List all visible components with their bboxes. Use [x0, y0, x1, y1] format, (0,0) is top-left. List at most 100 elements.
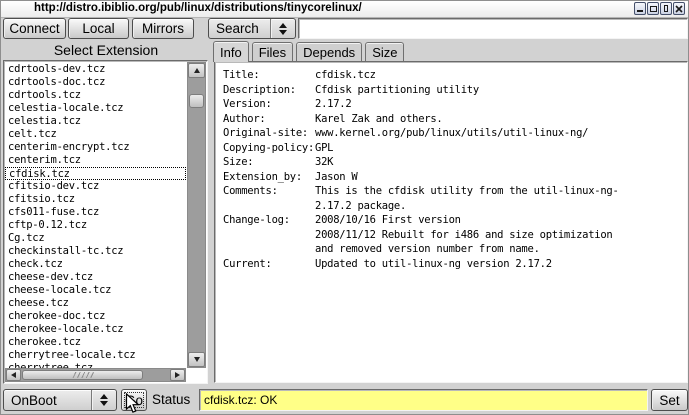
close-icon — [675, 5, 683, 13]
tab[interactable]: Size — [365, 42, 404, 62]
info-field-value: and removed version number from name. — [315, 242, 540, 257]
list-item[interactable]: cfitsio.tcz — [5, 193, 186, 206]
tab-bar: InfoFilesDependsSize — [213, 41, 404, 62]
shade-button[interactable] — [660, 2, 672, 15]
info-field-value: This is the cfdisk utility from the util… — [315, 184, 619, 199]
list-item[interactable]: cfs011-fuse.tcz — [5, 206, 186, 219]
list-item[interactable]: cherokee.tcz — [5, 336, 186, 349]
extension-list: cdrtools-dev.tczcdrtools-doc.tczcdrtools… — [5, 63, 186, 368]
info-field-value: 2008/10/16 First version — [315, 213, 461, 228]
info-field-label: Description: — [223, 83, 315, 98]
info-field-value: Karel Zak and others. — [315, 112, 443, 127]
select-extension-title: Select Extension — [1, 42, 211, 58]
updown-arrows-icon — [270, 19, 295, 38]
search-mode-value: Search — [209, 21, 270, 36]
connect-button[interactable]: Connect — [3, 18, 66, 39]
mirrors-button[interactable]: Mirrors — [132, 18, 194, 39]
search-input[interactable] — [298, 18, 688, 39]
mirrors-button-label: Mirrors — [142, 21, 184, 36]
info-line: Original-site: www.kernel.org/pub/linux/… — [223, 126, 683, 141]
info-field-value: Cfdisk partitioning utility — [315, 83, 479, 98]
list-item[interactable]: cdrtools-doc.tcz — [5, 76, 186, 89]
window-title: http://distro.ibiblio.org/pub/linux/dist… — [34, 2, 362, 14]
minimize-icon — [637, 10, 643, 12]
info-field-label — [223, 242, 315, 257]
list-item[interactable]: cfitsio-dev.tcz — [5, 180, 186, 193]
list-item[interactable]: cherokee-doc.tcz — [5, 310, 186, 323]
list-item[interactable]: checkinstall-tc.tcz — [5, 245, 186, 258]
set-button[interactable]: Set — [651, 389, 688, 411]
list-item[interactable]: cftp-0.12.tcz — [5, 219, 186, 232]
info-field-value: www.kernel.org/pub/linux/utils/util-linu… — [315, 126, 588, 141]
info-field-value: 2.17.2 package. — [315, 199, 406, 214]
list-item[interactable]: cdrtools.tcz — [5, 89, 186, 102]
info-field-label: Current: — [223, 257, 315, 272]
extension-listbox: cdrtools-dev.tczcdrtools-doc.tczcdrtools… — [3, 60, 208, 384]
info-field-value: Updated to util-linux-ng version 2.17.2 — [315, 257, 552, 272]
list-item[interactable]: centerim.tcz — [5, 154, 186, 167]
list-item[interactable]: centerim-encrypt.tcz — [5, 141, 186, 154]
list-item[interactable]: cherokee-locale.tcz — [5, 323, 186, 336]
list-item[interactable]: celestia-locale.tcz — [5, 102, 186, 115]
list-item[interactable]: Cg.tcz — [5, 232, 186, 245]
minimize-button[interactable] — [634, 2, 646, 15]
scroll-left-button[interactable] — [6, 369, 21, 381]
local-button[interactable]: Local — [68, 18, 129, 39]
maximize-button[interactable] — [647, 2, 659, 15]
tab[interactable]: Info — [213, 41, 249, 62]
info-field-value: 2008/11/12 Rebuilt for i486 and size opt… — [315, 228, 613, 243]
list-item[interactable]: celestia.tcz — [5, 115, 186, 128]
horizontal-scrollbar[interactable] — [5, 368, 186, 382]
info-field-value: GPL — [315, 141, 333, 156]
status-label: Status — [152, 392, 190, 407]
list-item[interactable]: cherrytree-locale.tcz — [5, 349, 186, 362]
info-field-value: 32K — [315, 155, 333, 170]
info-field-label: Change-log: — [223, 213, 315, 228]
list-item[interactable]: cfdisk.tcz — [5, 167, 186, 180]
arrow-left-icon — [11, 372, 16, 378]
scroll-up-button[interactable] — [188, 63, 205, 78]
horizontal-scroll-thumb[interactable] — [22, 370, 143, 380]
search-mode-dropdown[interactable]: Search — [208, 18, 296, 39]
shade-icon — [664, 5, 668, 12]
info-field-label — [223, 199, 315, 214]
maximize-icon — [650, 6, 657, 12]
info-line: Copying-policy: GPL — [223, 141, 683, 156]
connect-button-label: Connect — [9, 21, 59, 36]
close-button[interactable] — [673, 2, 685, 15]
local-button-label: Local — [82, 21, 114, 36]
scroll-right-button[interactable] — [170, 369, 185, 381]
tab[interactable]: Depends — [296, 42, 362, 62]
info-line: Description: Cfdisk partitioning utility — [223, 83, 683, 98]
info-field-label: Extension_by: — [223, 170, 315, 185]
info-line: Change-log: 2008/10/16 First version — [223, 213, 683, 228]
scroll-down-button[interactable] — [188, 352, 205, 367]
list-item[interactable]: check.tcz — [5, 258, 186, 271]
list-item[interactable]: celt.tcz — [5, 128, 186, 141]
list-item[interactable]: cheese-dev.tcz — [5, 271, 186, 284]
arrow-right-icon — [175, 372, 180, 378]
onboot-dropdown[interactable]: OnBoot — [3, 389, 117, 411]
info-field-value: 2.17.2 — [315, 97, 351, 112]
list-item[interactable]: cheese-locale.tcz — [5, 284, 186, 297]
mouse-cursor — [125, 393, 140, 415]
info-line: Author: Karel Zak and others. — [223, 112, 683, 127]
status-field[interactable] — [199, 389, 648, 411]
info-field-label: Comments: — [223, 184, 315, 199]
info-line: 2.17.2 package. — [223, 199, 683, 214]
window-controls — [634, 2, 685, 15]
vertical-scrollbar[interactable] — [187, 62, 206, 368]
vertical-scroll-thumb[interactable] — [189, 94, 204, 108]
title-bar[interactable]: http://distro.ibiblio.org/pub/linux/dist… — [1, 1, 688, 18]
info-field-value: cfdisk.tcz — [315, 68, 376, 83]
list-item[interactable]: cdrtools-dev.tcz — [5, 63, 186, 76]
info-content: Title: cfdisk.tcz Description: Cfdisk pa… — [223, 68, 683, 271]
tab[interactable]: Files — [252, 42, 293, 62]
info-line: 2008/11/12 Rebuilt for i486 and size opt… — [223, 228, 683, 243]
info-panel: Title: cfdisk.tcz Description: Cfdisk pa… — [214, 61, 688, 383]
list-item[interactable]: cheese.tcz — [5, 297, 186, 310]
onboot-value: OnBoot — [4, 393, 91, 408]
info-line: and removed version number from name. — [223, 242, 683, 257]
info-line: Version: 2.17.2 — [223, 97, 683, 112]
info-field-label: Title: — [223, 68, 315, 83]
